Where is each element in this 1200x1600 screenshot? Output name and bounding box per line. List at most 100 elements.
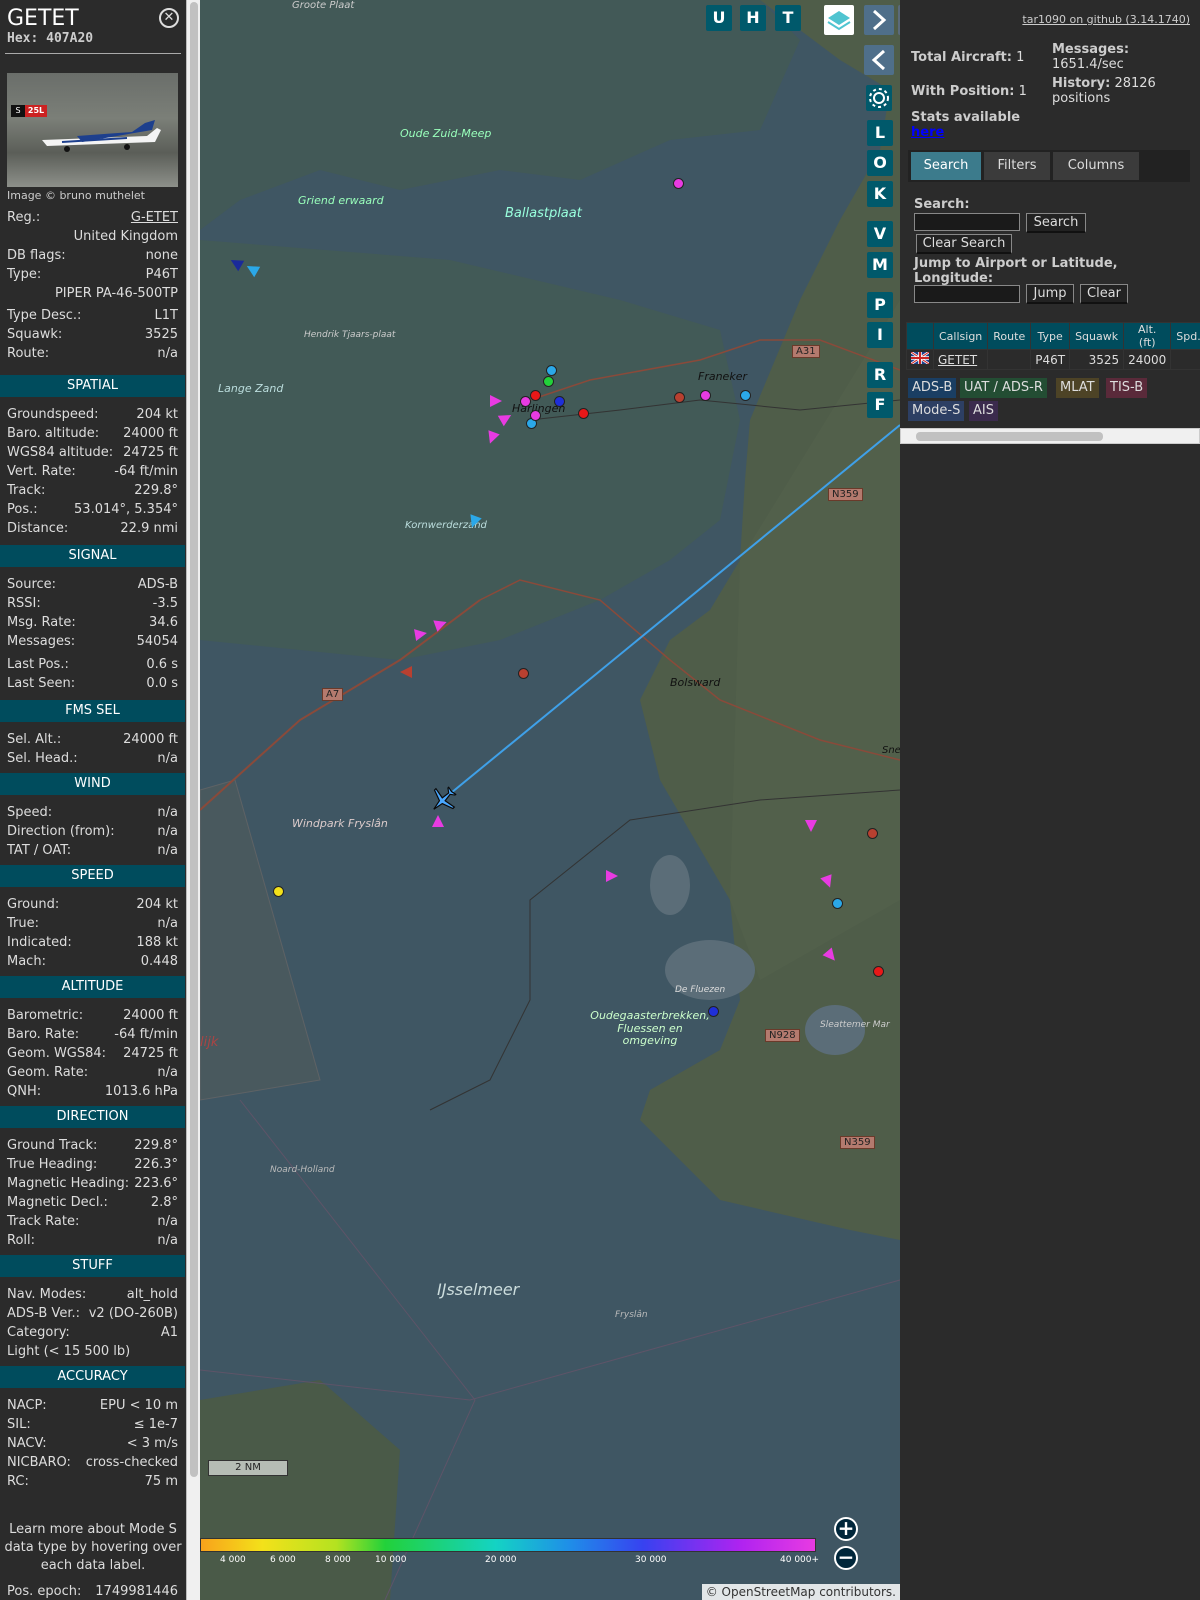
aircraft-marker[interactable] [578,408,589,419]
aircraft-marker[interactable] [530,390,541,401]
aircraft-marker[interactable] [700,390,711,401]
road-shield: A31 [792,345,820,358]
aircraft-marker[interactable] [832,898,843,909]
info-panel-scrollbar[interactable] [186,0,200,1600]
direction-value: 229.8° [134,1138,178,1153]
aircraft-marker[interactable] [873,966,884,977]
column-header-route[interactable]: Route [987,322,1032,350]
stuff-label: Category: [7,1325,70,1340]
tab-filters[interactable]: Filters [984,152,1050,180]
map-button-v[interactable]: V [867,221,893,247]
jump-input[interactable] [914,285,1020,303]
pos-epoch-label: Pos. epoch: [7,1584,82,1599]
scrollbar-thumb[interactable] [190,2,198,1477]
altitude-row: Geom. WGS84: 24725 ft [7,1045,178,1063]
column-header-alt-ft-[interactable]: Alt. (ft) [1123,322,1172,350]
spatial-row: Vert. Rate: -64 ft/min [7,463,178,481]
stuff-row: Category: A1 [7,1324,178,1342]
aircraft-marker[interactable] [432,815,444,827]
map-attribution[interactable]: © OpenStreetMap contributors. [701,1584,900,1600]
map-button-m[interactable]: M [867,252,893,278]
gear-icon[interactable] [866,85,892,111]
aircraft-marker[interactable] [606,870,618,882]
stuff-label: Nav. Modes: [7,1287,87,1302]
tab-search[interactable]: Search [911,152,981,180]
close-icon[interactable]: ✕ [159,8,179,28]
column-header-squawk[interactable]: Squawk [1069,322,1125,350]
map-button-h[interactable]: H [740,5,766,31]
aircraft-marker[interactable] [543,376,554,387]
spatial-label: Track: [7,483,46,498]
country-value: United Kingdom [73,229,178,244]
map-button-r[interactable]: R [867,362,893,388]
map-place-label: De Fluezen [675,985,726,995]
map-place-label: Snee [882,745,900,756]
aircraft-marker[interactable] [708,1006,719,1017]
reg-link[interactable]: G-ETET [131,209,178,227]
map-button-t[interactable]: T [775,5,801,31]
aircraft-marker[interactable] [520,396,531,407]
zoom-out-button[interactable]: − [834,1546,858,1570]
spatial-row: WGS84 altitude: 24725 ft [7,444,178,462]
aircraft-marker[interactable] [490,395,502,407]
signal-label: Messages: [7,634,76,649]
tab-columns[interactable]: Columns [1053,152,1139,180]
search-button[interactable]: Search [1026,213,1086,233]
stats-link[interactable]: here [911,125,944,140]
chevron-right-icon[interactable] [864,5,894,35]
fms-label: Sel. Alt.: [7,732,62,747]
column-header-flag[interactable] [906,322,934,350]
section-fms: FMS SEL [0,700,185,722]
aircraft-marker[interactable] [530,410,541,421]
aircraft-marker[interactable] [414,627,428,641]
with-position-value: 1 [1018,84,1027,99]
legend-tick-label: 20 000 [485,1555,517,1565]
map-button-i[interactable]: I [867,322,893,348]
column-header-spd-[interactable]: Spd. [1170,322,1200,350]
source-tag: AIS [969,401,998,421]
aircraft-marker[interactable] [674,392,685,403]
github-link[interactable]: tar1090 on github (3.14.1740) [1022,13,1190,26]
accuracy-label: RC: [7,1474,29,1489]
selected-aircraft-icon[interactable] [428,785,458,815]
cell-callsign[interactable]: GETET [932,349,989,370]
map-button-l[interactable]: L [867,120,893,146]
scrollbar-thumb[interactable] [916,432,1103,441]
aircraft-marker[interactable] [867,828,878,839]
clear-button[interactable]: Clear [1080,284,1128,304]
aircraft-marker[interactable] [400,666,412,678]
map-button-o[interactable]: O [867,150,893,176]
map-button-f[interactable]: F [867,392,893,418]
speed-row: Ground: 204 kt [7,896,178,914]
map-button-u[interactable]: U [706,5,732,31]
layers-icon[interactable] [824,5,854,35]
aircraft-marker[interactable] [546,365,557,376]
map-button-k[interactable]: K [867,181,893,207]
search-input[interactable] [914,213,1020,231]
fms-value: n/a [157,751,178,766]
accuracy-value: < 3 m/s [126,1436,178,1451]
aircraft-marker[interactable] [740,390,751,401]
cell-squawk: 3525 [1069,349,1125,370]
aircraft-marker[interactable] [273,886,284,897]
aircraft-photo[interactable]: S 25L [7,73,178,187]
table-row[interactable]: GETET P46T 3525 24000 [906,349,1200,370]
pos-epoch-value: 1749981446 [95,1584,178,1599]
map-view[interactable]: Groote Plaat Oude Zuid-Meep Griend erwaard… [200,0,900,1600]
altitude-legend [200,1538,816,1552]
spatial-label: Vert. Rate: [7,464,76,479]
clear-search-button[interactable]: Clear Search [916,234,1012,254]
altitude-label: Baro. Rate: [7,1027,80,1042]
column-header-type[interactable]: Type [1030,322,1071,350]
aircraft-marker[interactable] [805,820,817,832]
section-altitude: ALTITUDE [0,976,185,998]
chevron-left-icon[interactable] [864,45,894,75]
table-horizontal-scrollbar[interactable] [900,428,1200,444]
column-header-callsign[interactable]: Callsign [932,322,989,350]
zoom-in-button[interactable]: + [834,1517,858,1541]
aircraft-marker[interactable] [518,668,529,679]
jump-button[interactable]: Jump [1026,284,1074,304]
aircraft-marker[interactable] [673,178,684,189]
aircraft-marker[interactable] [554,396,565,407]
map-button-p[interactable]: P [867,292,893,318]
